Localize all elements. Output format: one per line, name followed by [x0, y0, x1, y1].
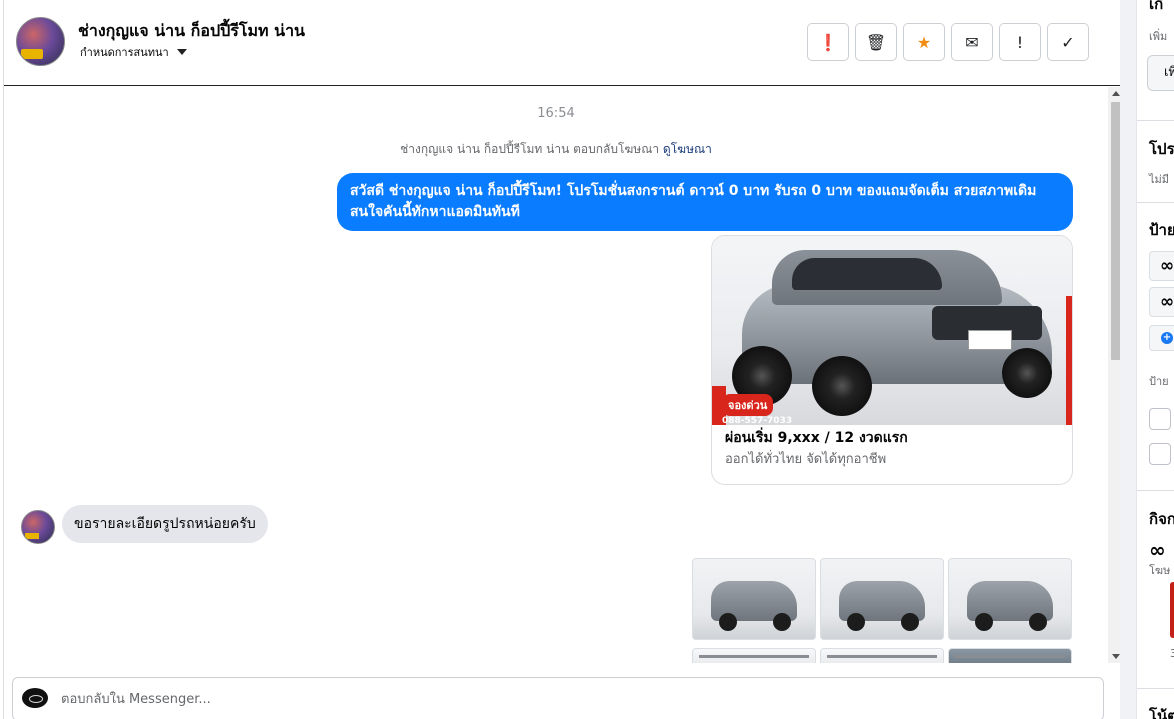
avatar[interactable] [16, 17, 65, 66]
car-wheel [812, 356, 872, 416]
add-label-button[interactable]: + [1149, 325, 1174, 351]
message-thread[interactable]: 16:54 ช่างกุญแจ น่าน ก็อปปี้รีโมท น่าน ต… [4, 87, 1108, 663]
car-wheel [975, 613, 993, 631]
caret-down-icon [176, 49, 187, 55]
car-photo-thumbnail[interactable] [820, 558, 944, 640]
car-photo-thumbnail[interactable] [692, 558, 816, 640]
outgoing-message[interactable]: สวัสดี ช่างกุญแจ น่าน ก็อปปี้รีโมท! โปรโ… [337, 173, 1073, 231]
car-wheel [1029, 613, 1047, 631]
plus-icon: + [1161, 332, 1173, 344]
exclamation-icon: ! [1016, 32, 1024, 52]
page-title[interactable]: ช่างกุญแจ น่าน ก็อปปี้รีโมท น่าน [78, 19, 305, 44]
label-checkbox[interactable] [1149, 408, 1171, 430]
car-wheel [1002, 348, 1052, 398]
meta-label-chip[interactable]: ∞ [1149, 251, 1174, 281]
ad-thumbnail[interactable] [1170, 582, 1174, 638]
delete-button[interactable]: 🗑 [855, 23, 897, 61]
car-wheel [773, 613, 791, 631]
inbox-page: ช่างกุญแจ น่าน ก็อปปี้รีโมท น่าน กำหนดกา… [0, 0, 1174, 719]
ad-card[interactable]: จองด่วน 088-557-7033 ผ่อนเริ่ม 9,xxx / 1… [711, 235, 1073, 485]
activity-count: 3 [1170, 647, 1174, 660]
sender-avatar[interactable] [21, 510, 55, 544]
ad-image: จองด่วน 088-557-7033 [712, 236, 1072, 425]
section-title: ป้าย [1149, 221, 1174, 239]
ad-reply-notice: ช่างกุญแจ น่าน ก็อปปี้รีโมท น่าน ตอบกลับ… [4, 140, 1108, 159]
view-ad-link[interactable]: ดูโฆษณา [663, 142, 712, 156]
meta-label-chip[interactable]: ∞ [1149, 287, 1174, 317]
ad-image-accent [1066, 296, 1072, 425]
star-button[interactable]: ★ [903, 23, 945, 61]
section-divider [1137, 490, 1174, 491]
panel-gutter [1120, 0, 1136, 719]
section-hint: เพิ่ม [1149, 30, 1168, 43]
scroll-down-arrow-icon[interactable] [1112, 654, 1120, 659]
scroll-up-arrow-icon[interactable] [1112, 91, 1120, 96]
meta-icon: ∞ [1160, 292, 1174, 312]
section-title: โปร [1149, 140, 1174, 158]
conversation-schedule-label: กำหนดการสนทนา [80, 46, 169, 59]
trash-icon: 🗑 [865, 32, 887, 52]
report-button[interactable]: ❗ [807, 23, 849, 61]
image-grid [692, 558, 1073, 663]
section-divider [1137, 688, 1174, 689]
page-avatar [22, 688, 48, 708]
section-hint: ไม่มี [1149, 173, 1170, 186]
car-photo-thumbnail[interactable] [948, 558, 1072, 640]
car-photo-thumbnail[interactable] [820, 648, 944, 663]
car-photo-thumbnail[interactable] [692, 648, 816, 663]
label-checkbox[interactable] [1149, 443, 1171, 465]
reply-composer[interactable] [12, 677, 1104, 719]
car-wheel [719, 613, 737, 631]
spam-button[interactable]: ! [999, 23, 1041, 61]
ad-phone: 088-557-7033 [722, 416, 793, 425]
ad-title: ผ่อนเริ่ม 9,xxx / 12 งวดแรก [725, 430, 908, 446]
car-photo-thumbnail[interactable] [948, 648, 1072, 663]
meta-icon: ∞ [1149, 538, 1166, 562]
star-icon: ★ [916, 32, 932, 52]
check-icon: ✓ [1061, 32, 1075, 52]
incoming-message[interactable]: ขอรายละเอียดรูปรถหน่อยครับ [62, 505, 268, 543]
ad-description: ออกได้ทั่วไทย จัดได้ทุกอาชีพ [725, 452, 887, 467]
car-wheel [901, 613, 919, 631]
conversation-pane: ช่างกุญแจ น่าน ก็อปปี้รีโมท น่าน กำหนดกา… [4, 0, 1124, 719]
done-button[interactable]: ✓ [1047, 23, 1089, 61]
conversation-schedule[interactable]: กำหนดการสนทนา [80, 43, 187, 61]
alert-circle-icon: ❗ [818, 32, 838, 52]
add-button[interactable]: เพิ [1147, 55, 1174, 91]
car-wheel [847, 613, 865, 631]
section-title: โน้ต [1149, 707, 1174, 719]
section-title: เกี [1149, 0, 1164, 13]
ad-badge: จองด่วน [722, 394, 774, 416]
car-windshield [792, 258, 942, 290]
conversation-header: ช่างกุญแจ น่าน ก็อปปี้รีโมท น่าน กำหนดกา… [4, 0, 1120, 86]
car-plate [968, 330, 1012, 350]
mark-unread-button[interactable]: ✉ [951, 23, 993, 61]
right-panel: เกี เพิ่ม เพิ โปร ไม่มี ป้าย ∞ ∞ + ป้าย … [1136, 0, 1174, 719]
label-hint: ป้าย [1149, 375, 1169, 388]
message-timestamp: 16:54 [537, 106, 575, 121]
reply-input[interactable] [61, 688, 961, 710]
meta-icon: ∞ [1160, 256, 1174, 276]
ad-reply-text: ช่างกุญแจ น่าน ก็อปปี้รีโมท น่าน ตอบกลับ… [400, 142, 660, 156]
activity-hint: โฆษ [1149, 564, 1171, 577]
section-divider [1137, 202, 1174, 203]
section-title: กิจก [1149, 510, 1174, 528]
header-actions: ❗ 🗑 ★ ✉ ! ✓ [807, 23, 1089, 61]
section-divider [1137, 120, 1174, 121]
envelope-icon: ✉ [965, 32, 979, 52]
